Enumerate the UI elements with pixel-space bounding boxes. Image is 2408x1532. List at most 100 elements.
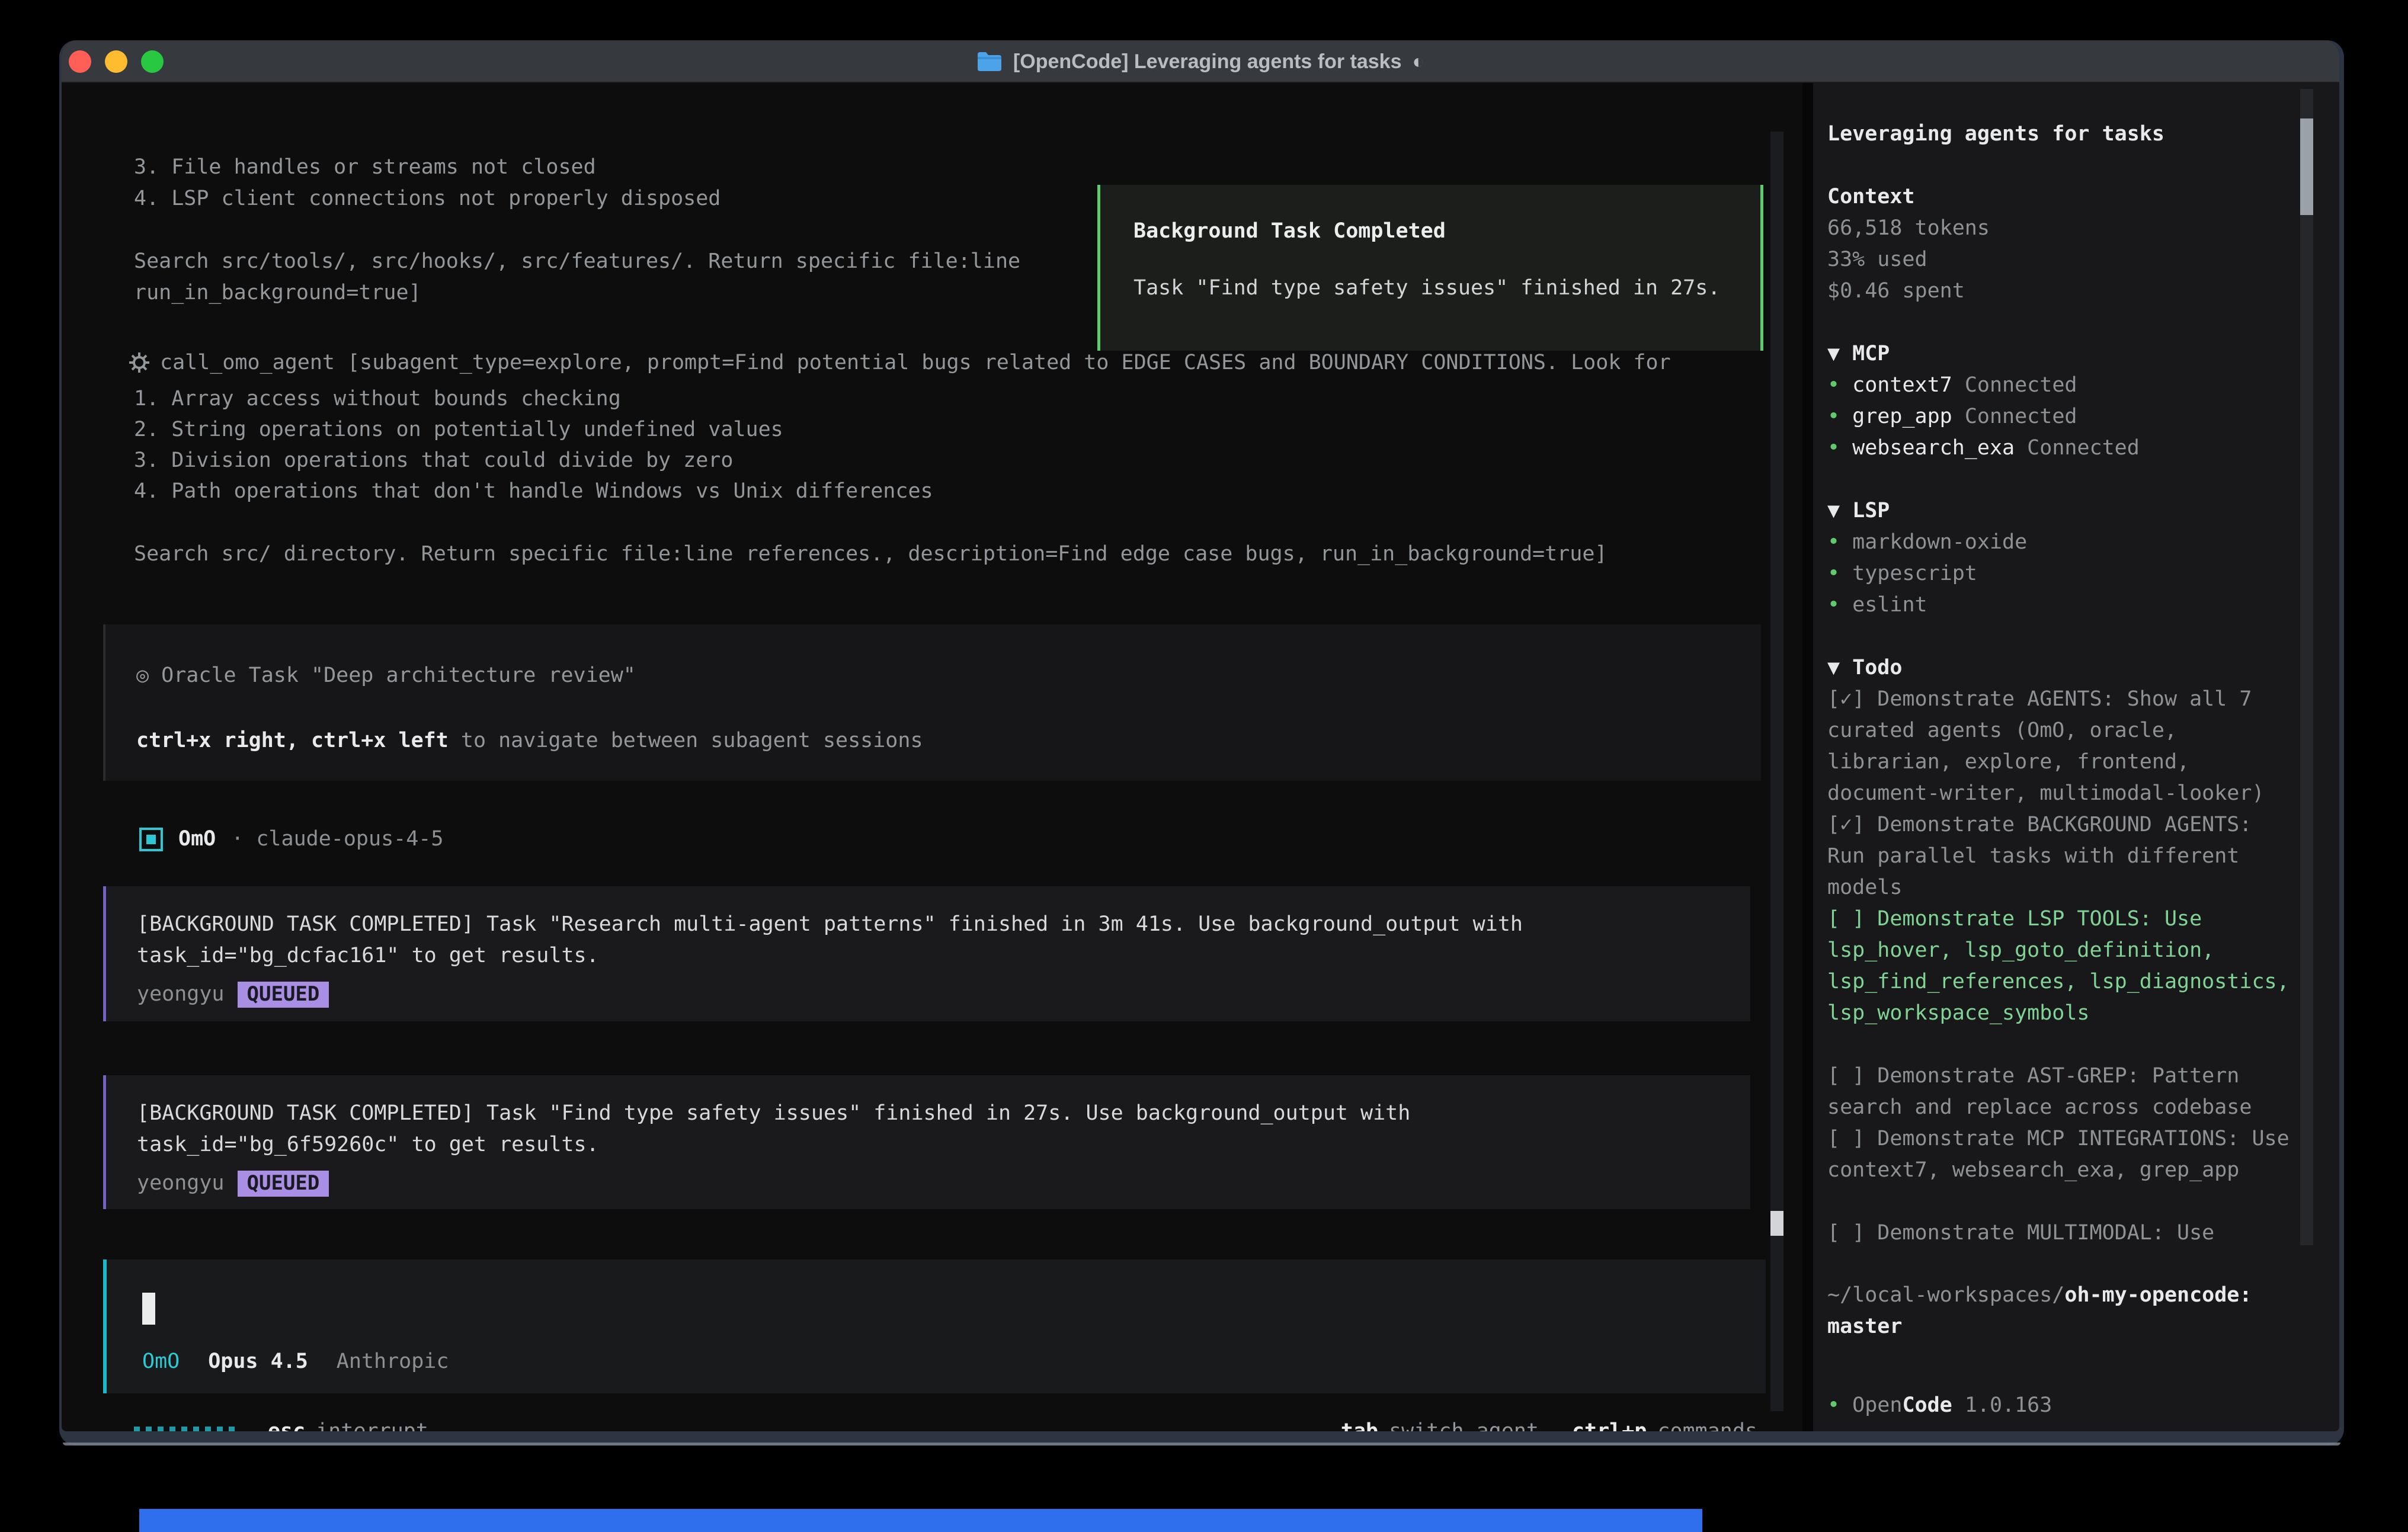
session-state-icon: ◐ [1413,50,1425,73]
connected-dot-icon: • [1827,530,1840,554]
input-agent-name[interactable]: OmO [142,1350,180,1373]
app-name-prefix: Open [1852,1393,1902,1417]
spinner-dot-icon [217,1427,223,1431]
interrupt-hint: esc interrupt [268,1419,428,1431]
sidebar-session-title: Leveraging agents for tasks [1827,118,2290,150]
oracle-hint: ctrl+x right, ctrl+x left to navigate be… [136,725,1761,757]
sidebar: Leveraging agents for tasks Context 66,5… [1813,83,2339,1431]
connected-dot-icon: • [1827,562,1840,585]
todo-item: [ ] Demonstrate MULTIMODAL: Use [1827,1217,2290,1249]
toast-body: Task "Find type safety issues" finished … [1133,276,1760,300]
task-message-text: [BACKGROUND TASK COMPLETED] Task "Resear… [137,909,1666,972]
agent-checkbox-icon [139,828,163,851]
spinner-dot-icon [181,1427,187,1431]
chat-pane: 3. File handles or streams not closed 4.… [62,83,1804,1431]
folder-icon [976,51,1003,72]
sidebar-scrollbar-thumb[interactable] [2300,118,2313,215]
lsp-server-name: eslint [1852,593,1927,617]
app-version-number: 1.0.163 [1965,1393,2052,1417]
lsp-server-item: • eslint [1827,589,2290,621]
oracle-task-title: ◎ Oracle Task "Deep architecture review" [136,660,1761,691]
spinner-dot-icon [158,1427,164,1431]
sidebar-scrollbar[interactable] [2300,89,2313,1245]
gear-icon [128,351,150,374]
tool-call-items: 1. Array access without bounds checking … [134,383,933,507]
mcp-server-item: • websearch_exa Connected [1827,432,2290,464]
spinner-dot-icon [169,1427,175,1431]
connected-dot-icon: • [1827,593,1840,617]
target-icon: ◎ [136,664,149,687]
agent-model: · claude-opus-4-5 [231,823,443,855]
switch-agent-hint: tab switch agent [1341,1419,1539,1431]
mcp-server-item: • context7 Connected [1827,370,2290,401]
status-bar: esc interrupt tab switch agent ctrl+p co… [134,1419,1757,1431]
spinner-dot-icon [229,1427,235,1431]
mcp-server-item: • grep_app Connected [1827,401,2290,432]
status-dot-icon: • [1827,1393,1840,1417]
connected-dot-icon: • [1827,373,1840,397]
chat-scrollbar[interactable] [1770,132,1783,1411]
title-bar[interactable]: [OpenCode] Leveraging agents for tasks ◐ [62,40,2339,83]
oracle-hint-rest: to navigate between subagent sessions [449,729,923,752]
input-provider-name: Anthropic [337,1350,449,1373]
spinner-dot-icon [205,1427,211,1431]
todo-item: [✓] Demonstrate BACKGROUND AGENTS: Run p… [1827,809,2290,903]
lsp-server-name: typescript [1852,562,1977,585]
oracle-hint-keys: ctrl+x right, ctrl+x left [136,729,449,752]
task-message-text: [BACKGROUND TASK COMPLETED] Task "Find t… [137,1098,1666,1161]
spinner-dot-icon [134,1427,140,1431]
todo-item: [ ] Demonstrate AST-GREP: Pattern search… [1827,1060,2290,1123]
input-model-name[interactable]: Opus 4.5 [208,1350,308,1373]
mcp-server-name: websearch_exa [1852,436,2015,460]
background-window-strip [139,1509,1702,1532]
lsp-server-name: markdown-oxide [1852,530,2027,554]
section-header-todo[interactable]: ▼ Todo [1827,652,2290,684]
chat-scrollbar-thumb[interactable] [1770,1211,1783,1236]
esc-key-label: esc [268,1419,305,1431]
lsp-server-item: • markdown-oxide [1827,527,2290,558]
agent-session-header[interactable]: OmO · claude-opus-4-5 [139,823,443,855]
oracle-task-panel[interactable]: ◎ Oracle Task "Deep architecture review"… [103,624,1761,781]
prompt-input[interactable]: OmO Opus 4.5 Anthropic [103,1259,1766,1393]
status-badge: QUEUED [238,1171,329,1197]
spinner-dot-icon [146,1427,152,1431]
app-name-bold: Code [1902,1393,1952,1417]
background-task-toast: Background Task Completed Task "Find typ… [1097,185,1763,351]
task-message-user: yeongyu [137,1168,225,1199]
pane-divider [1802,83,1813,1431]
connected-dot-icon: • [1827,436,1840,460]
tool-call-footer: Search src/ directory. Return specific f… [134,539,1607,570]
window-title: [OpenCode] Leveraging agents for tasks ◐ [62,40,2339,83]
agent-name: OmO [178,823,216,855]
task-message: [BACKGROUND TASK COMPLETED] Task "Find t… [103,1075,1750,1209]
lsp-server-item: • typescript [1827,558,2290,589]
todo-item: [ ] Demonstrate MCP INTEGRATIONS: Use co… [1827,1123,2290,1186]
context-heading: Context [1827,181,2290,213]
mcp-server-status: Connected [1965,373,2077,397]
window-title-text: [OpenCode] Leveraging agents for tasks [1013,50,1402,73]
todo-item: [✓] Demonstrate AGENTS: Show all 7 curat… [1827,684,2290,809]
workspace-path: ~/local-workspaces/oh-my-opencode: maste… [1827,1280,2290,1342]
section-header-lsp[interactable]: ▼ LSP [1827,495,2290,527]
todo-item: [ ] Demonstrate LSP TOOLS: Use lsp_hover… [1827,903,2290,1029]
connected-dot-icon: • [1827,405,1840,428]
tool-call-text: call_omo_agent [subagent_type=explore, p… [160,351,1671,374]
toast-title: Background Task Completed [1133,219,1760,243]
mcp-server-status: Connected [2027,436,2140,460]
section-header-mcp[interactable]: ▼ MCP [1827,338,2290,370]
working-spinner [134,1427,235,1431]
status-badge: QUEUED [238,982,329,1008]
terminal-content-area: [OpenCode] Leveraging agents for tasks ◐… [62,40,2339,1431]
mcp-server-name: grep_app [1852,405,1952,428]
tab-key-label: tab [1341,1419,1378,1431]
spinner-dot-icon [193,1427,199,1431]
mcp-server-status: Connected [1965,405,2077,428]
task-message-user: yeongyu [137,979,225,1010]
context-used: 33% used [1827,244,2290,275]
terminal-window: [OpenCode] Leveraging agents for tasks ◐… [59,40,2344,1446]
context-tokens: 66,518 tokens [1827,213,2290,244]
ctrlp-key-label: ctrl+p [1572,1419,1647,1431]
tool-call-row: call_omo_agent [subagent_type=explore, p… [128,351,1671,374]
app-version-row: • OpenCode 1.0.163 [1827,1393,2052,1417]
commands-hint: ctrl+p commands [1572,1419,1757,1431]
